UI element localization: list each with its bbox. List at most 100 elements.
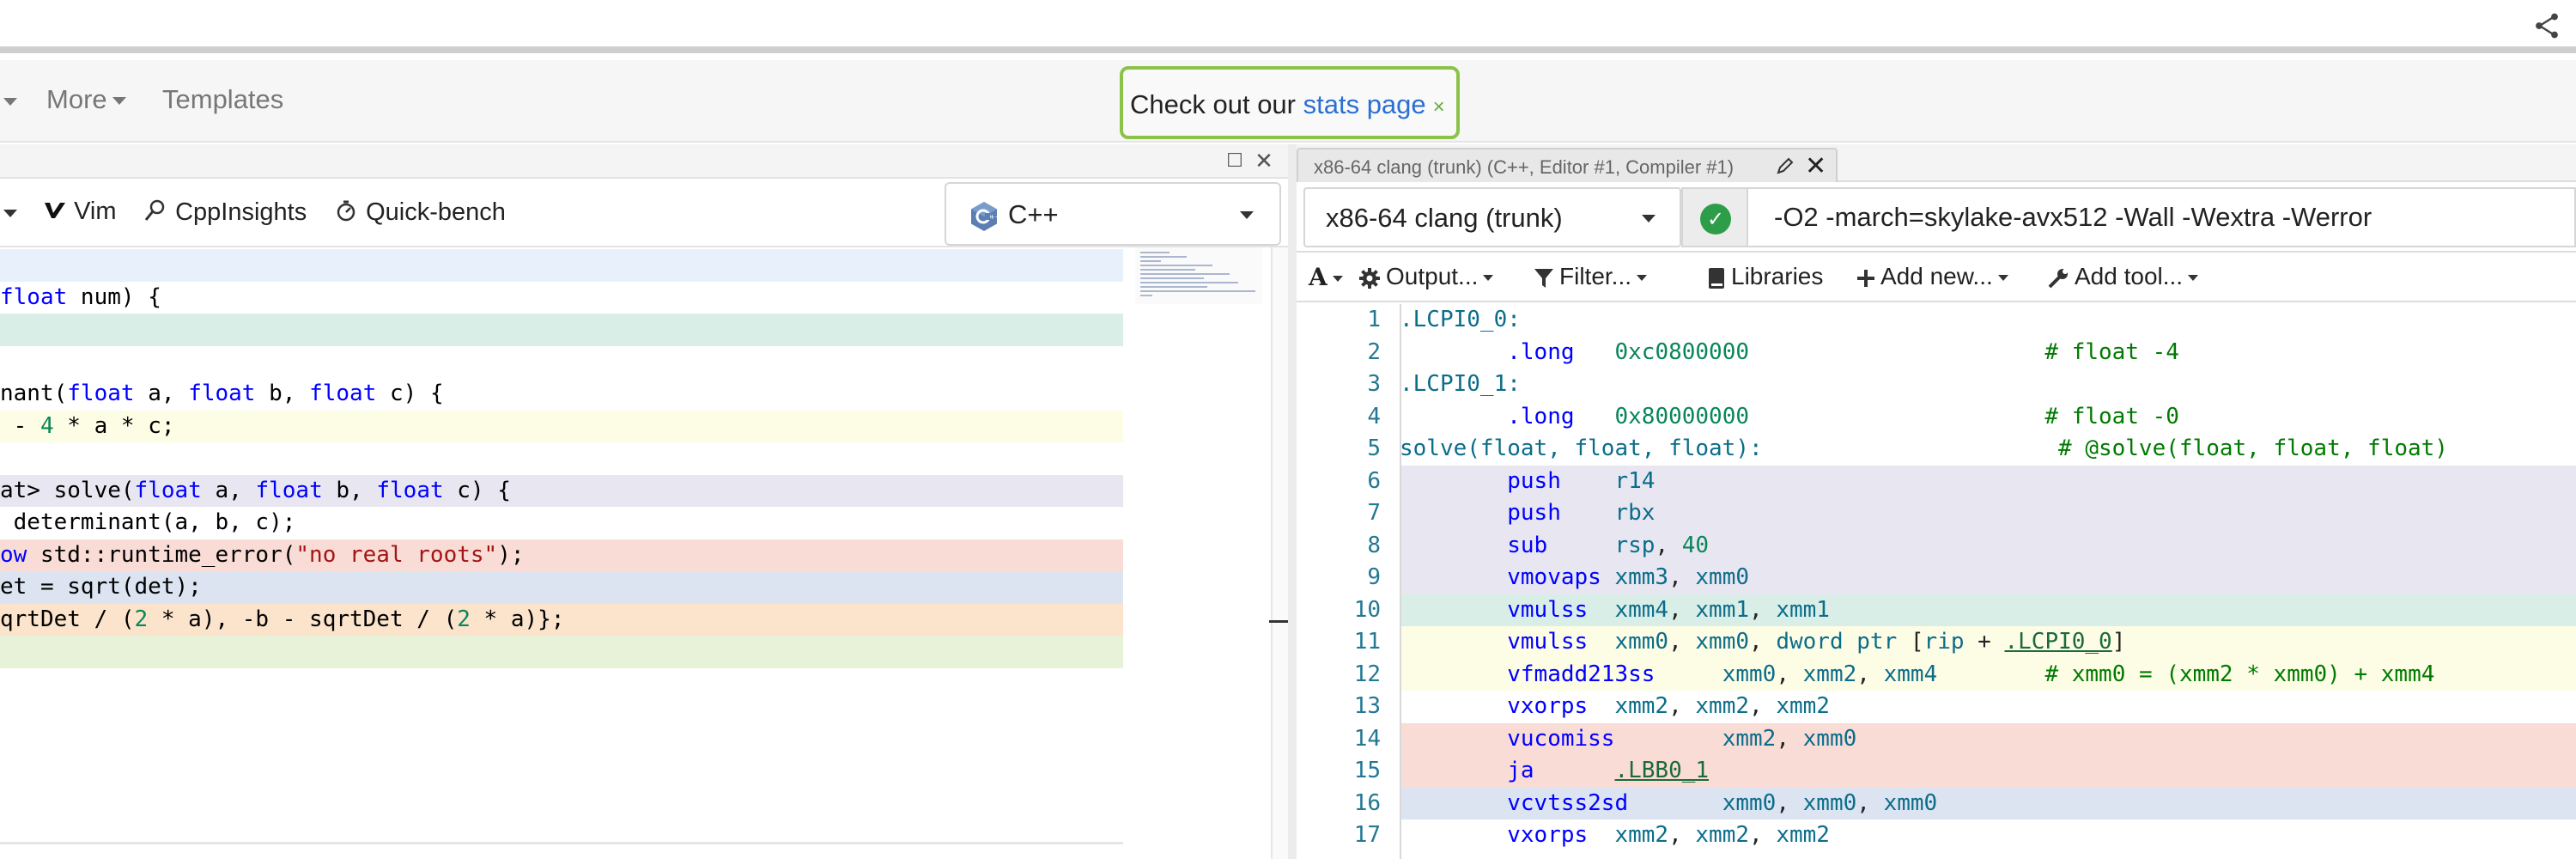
asm-token: 0xc0800000 bbox=[1614, 338, 1750, 365]
line-number: 7 bbox=[1367, 500, 1381, 526]
filter-menu[interactable]: Filter... bbox=[1534, 263, 1648, 290]
editor-pane-header: ☐ ✕ bbox=[0, 144, 1288, 179]
templates-link[interactable]: Templates bbox=[162, 84, 283, 115]
asm-token: 0x80000000 bbox=[1614, 403, 1750, 430]
asm-token: sub bbox=[1507, 532, 1548, 558]
asm-token bbox=[1400, 404, 1507, 430]
compiler-tab-strip: x86-64 clang (trunk) (C++, Editor #1, Co… bbox=[1297, 144, 2576, 182]
asm-token: xmm2 bbox=[1614, 693, 1669, 719]
magnifier-icon bbox=[144, 199, 165, 221]
asm-token bbox=[1400, 758, 1507, 783]
svg-text:++: ++ bbox=[989, 213, 999, 221]
code-line: determinant(a, b, c); bbox=[0, 507, 1123, 539]
asm-token: xmm2 bbox=[1695, 822, 1750, 848]
chevron-down-icon bbox=[1332, 276, 1343, 282]
close-tab-icon[interactable]: ✕ bbox=[1805, 151, 1826, 181]
line-number: 9 bbox=[1367, 564, 1381, 590]
asm-token: xmm2 bbox=[1802, 661, 1857, 687]
line-number: 5 bbox=[1367, 436, 1381, 461]
chevron-down-icon[interactable] bbox=[3, 210, 17, 217]
asm-token: , bbox=[1776, 661, 1803, 687]
compile-status-button[interactable]: ✓ bbox=[1681, 187, 1748, 247]
asm-token bbox=[1400, 500, 1507, 526]
vim-toggle[interactable]: Vim bbox=[43, 198, 116, 226]
asm-token bbox=[1575, 404, 1615, 430]
gear-icon bbox=[1359, 267, 1380, 289]
maximize-icon[interactable]: ☐ bbox=[1223, 149, 1247, 174]
asm-line: solve(float, float, float): # @solve(flo… bbox=[1400, 433, 2576, 466]
compiler-flags-input[interactable] bbox=[1748, 187, 2576, 247]
line-number: 12 bbox=[1353, 661, 1381, 687]
add-new-label: Add new... bbox=[1880, 263, 1993, 289]
output-toolbar: A Output... Filter... Libraries Add new.… bbox=[1297, 253, 2576, 302]
asm-line: ja .LBB0_1 bbox=[1400, 755, 2576, 788]
asm-token bbox=[1749, 404, 2044, 430]
compiler-tab[interactable]: x86-64 clang (trunk) (C++, Editor #1, Co… bbox=[1297, 148, 1838, 182]
output-menu[interactable]: Output... bbox=[1358, 263, 1494, 290]
asm-token: xmm0 bbox=[1614, 629, 1669, 655]
cppinsights-button[interactable]: CppInsights bbox=[143, 198, 307, 227]
compiler-select[interactable]: x86-64 clang (trunk) bbox=[1303, 187, 1681, 247]
code-token: qrtDet / ( bbox=[0, 606, 135, 632]
asm-token: 40 bbox=[1681, 532, 1710, 558]
share-icon[interactable] bbox=[2531, 10, 2562, 41]
chevron-down-icon bbox=[1997, 275, 2008, 282]
asm-token: vmulss bbox=[1507, 596, 1589, 623]
chevron-down-icon bbox=[1240, 211, 1254, 219]
font-size-button[interactable]: A bbox=[1309, 263, 1343, 291]
add-tool-menu[interactable]: Add tool... bbox=[2047, 263, 2199, 290]
code-token: - bbox=[0, 412, 40, 439]
asm-token: solve(float, float, float): bbox=[1400, 436, 1763, 461]
asm-token bbox=[1547, 533, 1614, 558]
asm-line: push r14 bbox=[1400, 465, 2576, 497]
editor-scrollbar[interactable] bbox=[1269, 247, 1291, 859]
asm-token bbox=[1655, 661, 1722, 687]
libraries-button[interactable]: Libraries bbox=[1707, 263, 1823, 290]
asm-token bbox=[1937, 661, 2044, 687]
quick-bench-label: Quick-bench bbox=[366, 198, 506, 226]
asm-token: , bbox=[1668, 822, 1696, 848]
source-editor[interactable]: float num) {nant(float a, float b, float… bbox=[0, 249, 1123, 704]
language-select[interactable]: ++ C++ bbox=[945, 182, 1281, 246]
asm-token bbox=[1400, 339, 1507, 365]
assembly-output[interactable]: 1 .LCPI0_0: 2 .long 0xc0800000 # float -4 3… bbox=[1297, 304, 2576, 859]
wrench-icon bbox=[2048, 268, 2068, 289]
asm-token: push bbox=[1507, 500, 1561, 526]
asm-token: xmm4 bbox=[1614, 596, 1669, 623]
add-new-menu[interactable]: Add new... bbox=[1856, 263, 2008, 290]
line-number: 13 bbox=[1353, 693, 1381, 719]
asm-label-link[interactable]: .LBB0_1 bbox=[1614, 758, 1709, 783]
chevron-down-icon[interactable] bbox=[3, 98, 17, 106]
pane-splitter[interactable] bbox=[1288, 144, 1297, 859]
asm-line: vfmadd213ss xmm0, xmm2, xmm4 # xmm0 = (x… bbox=[1400, 658, 2576, 691]
asm-token bbox=[1601, 564, 1615, 590]
banner-close-button[interactable]: × bbox=[1433, 95, 1445, 119]
asm-token: , bbox=[1856, 661, 1884, 687]
line-number: 17 bbox=[1353, 822, 1381, 848]
asm-line: vcvtss2sd xmm0, xmm0, xmm0 bbox=[1400, 787, 2576, 819]
code-token: * a * c; bbox=[53, 412, 175, 439]
asm-token: .LCPI0_0: bbox=[1400, 307, 1521, 332]
more-menu[interactable]: More bbox=[46, 84, 126, 115]
asm-token bbox=[1588, 822, 1614, 848]
asm-token: vcvtss2sd bbox=[1507, 789, 1629, 816]
asm-label-link[interactable]: .LCPI0_0 bbox=[2004, 629, 2111, 655]
stats-page-link[interactable]: stats page bbox=[1303, 89, 1426, 119]
asm-token bbox=[1400, 822, 1507, 848]
asm-token: # float -0 bbox=[2044, 403, 2179, 430]
asm-token: vmulss bbox=[1507, 629, 1589, 655]
code-token: b, bbox=[255, 381, 310, 406]
close-icon[interactable]: ✕ bbox=[1252, 149, 1276, 174]
pencil-icon[interactable] bbox=[1776, 156, 1795, 175]
code-token: std::runtime_error( bbox=[27, 541, 296, 568]
code-token: at> solve( bbox=[0, 477, 135, 503]
compiler-tab-title: x86-64 clang (trunk) (C++, Editor #1, Co… bbox=[1314, 156, 1735, 178]
asm-token: vucomiss bbox=[1507, 725, 1615, 752]
asm-token bbox=[1400, 726, 1507, 752]
asm-token: , bbox=[1776, 725, 1803, 752]
minimap[interactable] bbox=[1135, 247, 1262, 304]
quick-bench-button[interactable]: Quick-bench bbox=[333, 198, 506, 227]
vim-icon bbox=[45, 203, 65, 218]
add-tool-label: Add tool... bbox=[2075, 263, 2184, 289]
code-token: float bbox=[376, 477, 444, 503]
